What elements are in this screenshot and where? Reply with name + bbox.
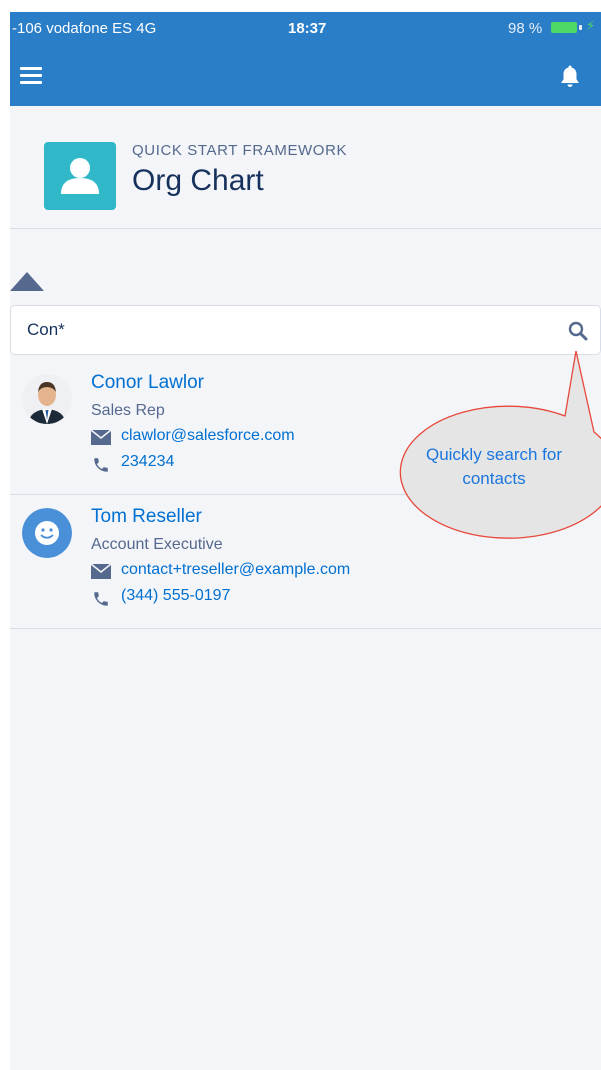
phone-icon	[94, 592, 108, 606]
contact-phone-link[interactable]: 234234	[121, 453, 174, 471]
collapse-triangle-icon[interactable]	[10, 272, 44, 291]
envelope-icon	[91, 430, 111, 445]
user-icon	[44, 142, 116, 210]
contact-name[interactable]: Conor Lawlor	[91, 372, 204, 394]
bell-icon[interactable]	[558, 64, 582, 88]
page-header: QUICK START FRAMEWORK Org Chart	[10, 106, 601, 229]
avatar	[22, 374, 72, 424]
status-carrier: -106 vodafone ES 4G	[12, 20, 157, 37]
contact-email-link[interactable]: clawlor@salesforce.com	[121, 427, 295, 445]
top-bar: -106 vodafone ES 4G 18:37 98 % ⚡	[10, 12, 601, 106]
phone-screen: -106 vodafone ES 4G 18:37 98 % ⚡ QUICK S…	[10, 12, 601, 1070]
avatar	[22, 508, 72, 558]
charging-icon: ⚡	[586, 18, 596, 33]
battery-icon	[551, 22, 577, 33]
page-title: Org Chart	[132, 164, 264, 197]
contact-title: Sales Rep	[91, 402, 165, 419]
status-time: 18:37	[288, 20, 327, 37]
contact-phone-link[interactable]: (344) 555-0197	[121, 587, 230, 605]
envelope-icon	[91, 564, 111, 579]
callout-text: Quickly search for contacts	[425, 445, 563, 488]
hamburger-icon[interactable]	[20, 67, 42, 84]
header-eyebrow: QUICK START FRAMEWORK	[132, 142, 348, 159]
contact-email-link[interactable]: contact+treseller@example.com	[121, 561, 350, 579]
battery-tip	[579, 25, 582, 30]
contact-title: Account Executive	[91, 536, 223, 553]
contact-name[interactable]: Tom Reseller	[91, 506, 202, 528]
tooltip-callout	[399, 350, 601, 539]
phone-icon	[94, 458, 108, 472]
status-battery-level: 98 %	[508, 20, 543, 37]
